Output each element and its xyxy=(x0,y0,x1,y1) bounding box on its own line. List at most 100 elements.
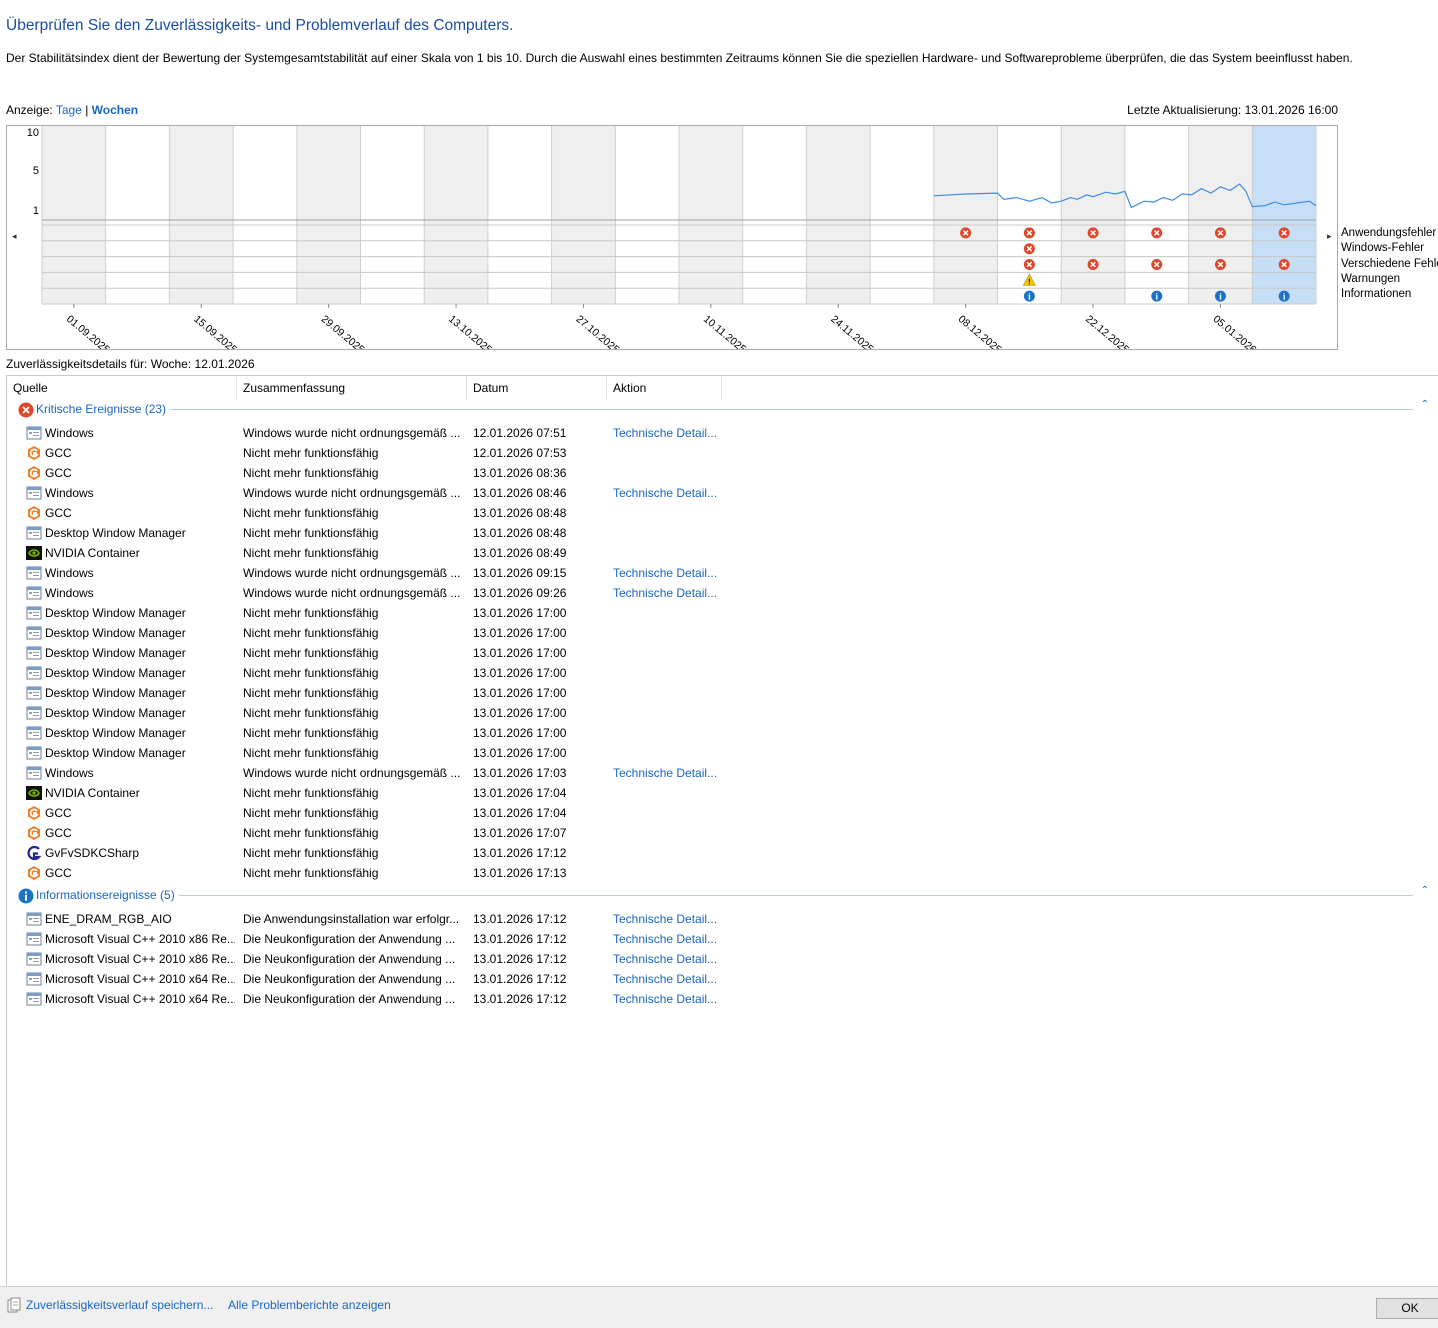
summary-cell: Nicht mehr funktionsfähig xyxy=(243,546,379,560)
application-icon xyxy=(26,585,42,601)
date-cell: 13.01.2026 17:12 xyxy=(473,952,567,966)
x-tick-label: 10.11.2025 xyxy=(701,313,748,349)
date-cell: 13.01.2026 17:03 xyxy=(473,766,567,780)
information-events-group[interactable]: Informationsereignisse (5) ⌃ xyxy=(15,885,1429,907)
collapse-chevron-icon[interactable]: ⌃ xyxy=(1421,399,1429,410)
view-selector: Anzeige: Tage | Wochen xyxy=(6,103,138,117)
table-row[interactable]: GCC Nicht mehr funktionsfähig 13.01.2026 0… xyxy=(7,503,727,523)
summary-cell: Die Neukonfiguration der Anwendung ... xyxy=(243,972,456,986)
table-row[interactable]: Desktop Window Manager Nicht mehr funktio… xyxy=(7,663,727,683)
column-header-summary[interactable]: Zusammenfassung xyxy=(237,376,467,400)
scroll-left-arrow-icon[interactable]: ◂ xyxy=(12,231,17,242)
source-cell: Windows xyxy=(45,486,94,500)
gcc-icon xyxy=(26,505,42,521)
table-row[interactable]: Microsoft Visual C++ 2010 x64 Re... Die N… xyxy=(7,969,727,989)
ok-button[interactable]: OK xyxy=(1376,1298,1438,1319)
x-tick-label: 22.12.2025 xyxy=(1083,313,1131,349)
group-title[interactable]: Kritische Ereignisse (23) xyxy=(36,402,171,416)
source-cell: Windows xyxy=(45,766,94,780)
table-row[interactable]: GCC Nicht mehr funktionsfähig 12.01.2026 0… xyxy=(7,443,727,463)
scroll-right-arrow-icon[interactable]: ▸ xyxy=(1327,231,1332,242)
gcc-icon xyxy=(26,805,42,821)
collapse-chevron-icon[interactable]: ⌃ xyxy=(1421,885,1429,896)
table-row[interactable]: Desktop Window Manager Nicht mehr funktio… xyxy=(7,523,727,543)
summary-cell: Die Neukonfiguration der Anwendung ... xyxy=(243,952,456,966)
source-cell: Windows xyxy=(45,566,94,580)
week-column xyxy=(42,126,106,304)
column-header-action[interactable]: Aktion xyxy=(607,376,722,400)
technical-details-link[interactable]: Technische Detail... xyxy=(613,912,727,926)
date-cell: 13.01.2026 09:26 xyxy=(473,586,567,600)
table-row[interactable]: GvFvSDKCSharp Nicht mehr funktionsfähig 13… xyxy=(7,843,727,863)
table-row[interactable]: Microsoft Visual C++ 2010 x86 Re... Die N… xyxy=(7,949,727,969)
view-weeks-link[interactable]: Wochen xyxy=(92,103,138,117)
column-header-source[interactable]: Quelle xyxy=(7,376,237,400)
table-row[interactable]: Windows Windows wurde nicht ordnungsgemäß… xyxy=(7,423,727,443)
week-column xyxy=(360,126,425,304)
application-icon xyxy=(26,645,42,661)
table-row[interactable]: GCC Nicht mehr funktionsfähig 13.01.2026 1… xyxy=(7,863,727,883)
summary-cell: Die Anwendungsinstallation war erfolgr..… xyxy=(243,912,460,926)
table-row[interactable]: GCC Nicht mehr funktionsfähig 13.01.2026 1… xyxy=(7,823,727,843)
table-row[interactable]: Desktop Window Manager Nicht mehr funktio… xyxy=(7,723,727,743)
table-row[interactable]: Windows Windows wurde nicht ordnungsgemäß… xyxy=(7,483,727,503)
stability-chart[interactable]: 10 5 1! i i i i 01.09.2025 15.09.2025 29.09.2025 1… xyxy=(6,125,1338,350)
table-row[interactable]: Desktop Window Manager Nicht mehr funktio… xyxy=(7,623,727,643)
info-icon xyxy=(18,888,34,907)
selected-week-column[interactable] xyxy=(1252,126,1316,304)
date-cell: 13.01.2026 17:12 xyxy=(473,912,567,926)
view-days-link[interactable]: Tage xyxy=(56,103,82,117)
group-title[interactable]: Informationsereignisse (5) xyxy=(36,888,179,902)
source-cell: Microsoft Visual C++ 2010 x86 Re... xyxy=(45,952,235,966)
date-cell: 13.01.2026 17:12 xyxy=(473,932,567,946)
technical-details-link[interactable]: Technische Detail... xyxy=(613,992,727,1006)
table-row[interactable]: NVIDIA Container Nicht mehr funktionsfähi… xyxy=(7,783,727,803)
all-reports-link[interactable]: Alle Problemberichte anzeigen xyxy=(228,1298,391,1312)
summary-cell: Windows wurde nicht ordnungsgemäß ... xyxy=(243,486,461,500)
technical-details-link[interactable]: Technische Detail... xyxy=(613,426,727,440)
table-row[interactable]: Desktop Window Manager Nicht mehr funktio… xyxy=(7,703,727,723)
table-row[interactable]: NVIDIA Container Nicht mehr funktionsfähi… xyxy=(7,543,727,563)
stability-chart-svg: 1051!i i i i01.09.2025 15.09.2025 29.09.2025 1… xyxy=(27,126,1317,349)
technical-details-link[interactable]: Technische Detail... xyxy=(613,586,727,600)
technical-details-link[interactable]: Technische Detail... xyxy=(613,486,727,500)
technical-details-link[interactable]: Technische Detail... xyxy=(613,932,727,946)
application-icon xyxy=(26,625,42,641)
table-row[interactable]: Desktop Window Manager Nicht mehr funktio… xyxy=(7,683,727,703)
table-row[interactable]: GCC Nicht mehr funktionsfähig 13.01.2026 0… xyxy=(7,463,727,483)
date-cell: 13.01.2026 17:04 xyxy=(473,786,567,800)
date-cell: 13.01.2026 17:00 xyxy=(473,646,567,660)
date-cell: 13.01.2026 17:00 xyxy=(473,666,567,680)
application-icon xyxy=(26,991,42,1007)
table-row[interactable]: Desktop Window Manager Nicht mehr funktio… xyxy=(7,743,727,763)
save-history-link[interactable]: Zuverlässigkeitsverlauf speichern... xyxy=(26,1298,213,1312)
table-row[interactable]: Desktop Window Manager Nicht mehr funktio… xyxy=(7,643,727,663)
footer-bar: Zuverlässigkeitsverlauf speichern... All… xyxy=(0,1286,1438,1328)
table-row[interactable]: Microsoft Visual C++ 2010 x64 Re... Die N… xyxy=(7,989,727,1009)
source-cell: GCC xyxy=(45,466,72,480)
nvidia-icon xyxy=(26,545,42,561)
source-cell: Desktop Window Manager xyxy=(45,706,186,720)
source-cell: GvFvSDKCSharp xyxy=(45,846,140,860)
critical-events-group[interactable]: Kritische Ereignisse (23) ⌃ xyxy=(15,399,1429,419)
table-row[interactable]: ENE_DRAM_RGB_AIO Die Anwendungsinstallati… xyxy=(7,909,727,929)
table-row[interactable]: Windows Windows wurde nicht ordnungsgemäß… xyxy=(7,583,727,603)
table-row[interactable]: Windows Windows wurde nicht ordnungsgemäß… xyxy=(7,763,727,783)
table-row[interactable]: Microsoft Visual C++ 2010 x86 Re... Die N… xyxy=(7,929,727,949)
technical-details-link[interactable]: Technische Detail... xyxy=(613,566,727,580)
list-header: Quelle Zusammenfassung Datum Aktion ^ xyxy=(7,376,1438,400)
technical-details-link[interactable]: Technische Detail... xyxy=(613,952,727,966)
view-label: Anzeige: xyxy=(6,103,53,117)
date-cell: 13.01.2026 17:00 xyxy=(473,706,567,720)
gcc-icon xyxy=(26,865,42,881)
x-tick-label: 27.10.2025 xyxy=(574,313,622,349)
table-row[interactable]: Windows Windows wurde nicht ordnungsgemäß… xyxy=(7,563,727,583)
date-cell: 13.01.2026 08:46 xyxy=(473,486,567,500)
summary-cell: Nicht mehr funktionsfähig xyxy=(243,726,379,740)
table-row[interactable]: GCC Nicht mehr funktionsfähig 13.01.2026 1… xyxy=(7,803,727,823)
source-cell: Desktop Window Manager xyxy=(45,606,186,620)
technical-details-link[interactable]: Technische Detail... xyxy=(613,972,727,986)
table-row[interactable]: Desktop Window Manager Nicht mehr funktio… xyxy=(7,603,727,623)
technical-details-link[interactable]: Technische Detail... xyxy=(613,766,727,780)
source-cell: Microsoft Visual C++ 2010 x86 Re... xyxy=(45,932,235,946)
